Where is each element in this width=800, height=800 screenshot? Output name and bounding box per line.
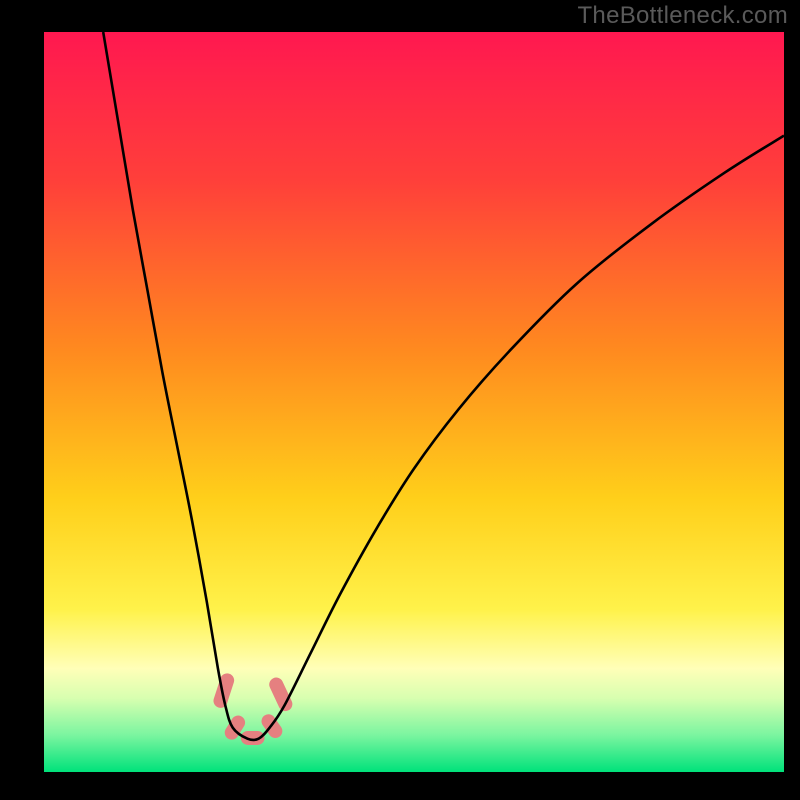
gradient-background <box>44 32 784 772</box>
watermark-text: TheBottleneck.com <box>577 2 788 30</box>
chart-frame: TheBottleneck.com <box>0 0 800 800</box>
plot-area <box>44 32 784 772</box>
